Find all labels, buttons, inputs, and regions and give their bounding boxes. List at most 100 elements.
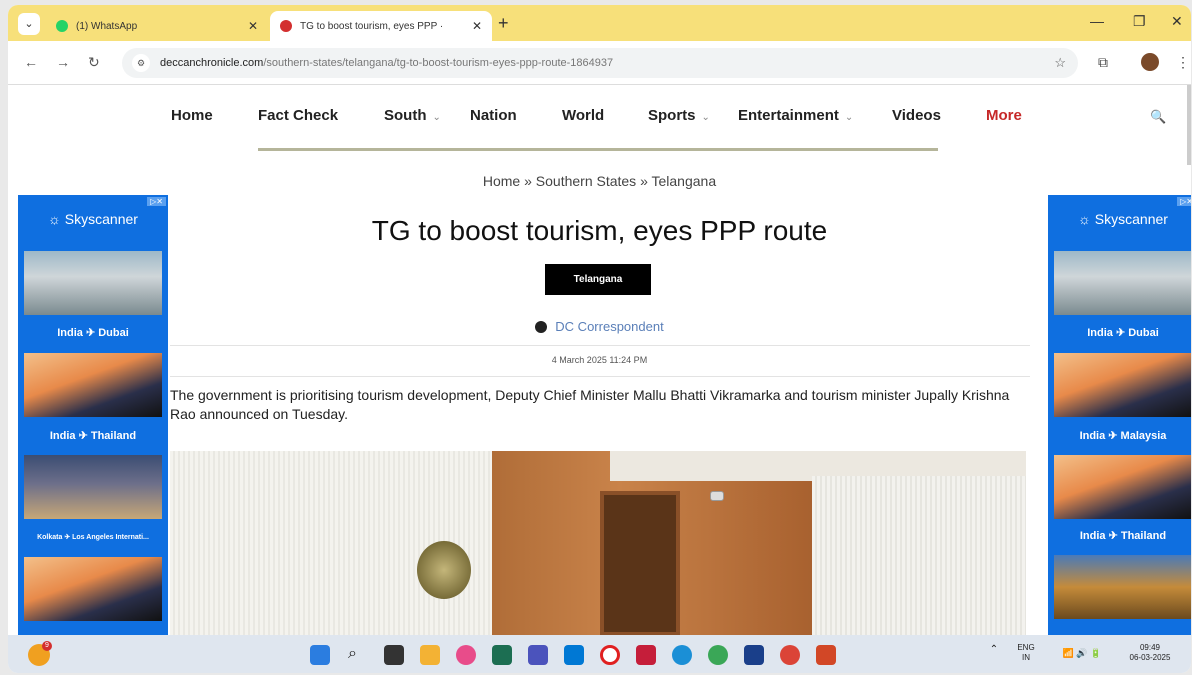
photo-door [600,491,680,636]
tab-title: TG to boost tourism, eyes PPP · [300,20,444,32]
tab-article[interactable]: TG to boost tourism, eyes PPP · ✕ [270,11,492,41]
edge-icon[interactable] [672,645,692,665]
restore-button[interactable]: ❐ [1133,13,1146,30]
tray-chevron-icon[interactable]: ⌃ [984,645,1004,655]
site-favicon-icon [280,20,292,32]
divider [170,376,1030,377]
mcafee-icon[interactable] [636,645,656,665]
app-l-icon[interactable] [744,645,764,665]
nav-divider [258,148,938,151]
minimize-button[interactable]: — [1090,13,1104,29]
chevron-down-icon: ⌄ [844,112,854,123]
divider [170,345,1030,346]
close-window-button[interactable]: ✕ [1171,13,1183,30]
new-tab-button[interactable]: + [498,13,509,34]
start-button[interactable] [310,645,330,665]
chrome-icon[interactable] [708,645,728,665]
ad-image-city [1054,251,1191,315]
clock-date: 06-03-2025 [1129,653,1171,662]
ad-image-night-city [24,455,162,519]
nav-more[interactable]: More [986,107,1022,124]
address-bar[interactable]: ⚙ deccanchronicle.com /southern-states/t… [122,48,1078,78]
breadcrumb[interactable]: Home » Southern States » Telangana [8,173,1191,189]
profile-avatar[interactable] [1141,53,1159,71]
chrome-active-icon[interactable] [780,645,800,665]
byline[interactable]: DC Correspondent [8,319,1191,334]
ad-banner-right[interactable]: ▷✕ ☼ Skyscanner India ✈ Dubai India ✈ Ma… [1048,195,1191,635]
ad-image-city [24,251,162,315]
copilot-icon[interactable] [456,645,476,665]
url-domain: deccanchronicle.com [160,57,264,69]
article-photo [170,451,1026,636]
site-navigation: Home Fact Check South ⌄ Nation World Spor… [8,85,1191,151]
chevron-down-icon: ⌄ [701,112,710,123]
search-icon[interactable]: ⌕ [348,645,368,665]
ad-image-plane [1054,455,1191,519]
tab-title: (1) WhatsApp [76,20,138,32]
close-tab-icon[interactable]: ✕ [248,19,258,33]
nav-label: South [384,107,427,124]
ad-route: Kolkata ✈ Los Angeles Internati... [37,534,149,541]
bookmark-star-icon[interactable]: ☆ [1054,55,1066,71]
article-headline: TG to boost tourism, eyes PPP route [371,215,828,246]
powerpoint-icon[interactable] [816,645,836,665]
nav-label: Sports [648,107,696,124]
teams-icon[interactable] [528,645,548,665]
nav-entertainment[interactable]: Entertainment ⌄ [738,107,853,124]
taskbar: 9 ⌕ ⌃ ENG IN 📶 🔊 🔋 09:49 06-03-2025 [8,635,1191,673]
nav-home[interactable]: Home [171,107,213,124]
language-indicator[interactable]: ENG IN [1012,643,1040,663]
publish-date: 4 March 2025 11:24 PM [551,355,648,365]
nav-label: Entertainment [738,107,839,124]
author-avatar [535,321,548,333]
ad-route: India ✈ Thailand [1079,530,1167,542]
chevron-down-icon: ⌄ [432,112,441,123]
ad-banner-left[interactable]: ▷✕ ☼ Skyscanner India ✈ Dubai India ✈ Th… [18,195,168,635]
url-path: /southern-states/telangana/tg-to-boost-t… [263,57,614,69]
nav-videos[interactable]: Videos [892,107,941,124]
ad-image-plane [24,557,162,621]
file-explorer-icon[interactable] [420,645,440,665]
clock-time: 09:49 [1139,643,1161,652]
search-icon[interactable]: 🔍 [1150,109,1166,125]
nav-fact-check[interactable]: Fact Check [258,107,338,124]
region-code: IN [1022,653,1030,662]
back-button[interactable]: ← [24,54,38,70]
nav-world[interactable]: World [562,107,604,124]
app-icon[interactable] [564,645,584,665]
photo-light [710,491,724,501]
article-lead: The government is prioritising tourism d… [170,387,1010,422]
ad-route: India ✈ Malaysia [1079,430,1167,442]
task-view-icon[interactable] [384,645,404,665]
system-tray-icons[interactable]: 📶 🔊 🔋 [1052,648,1112,658]
tab-search-icon[interactable]: ⌄ [18,13,40,35]
whatsapp-icon [56,20,68,32]
author-name[interactable]: DC Correspondent [555,319,663,334]
close-tab-icon[interactable]: ✕ [472,19,482,33]
ad-image-fort [1054,555,1191,619]
photo-wall [812,476,1026,636]
reload-button[interactable]: ↻ [88,54,100,71]
store-icon[interactable] [492,645,512,665]
nav-sports[interactable]: Sports ⌄ [648,107,710,124]
menu-icon[interactable]: ⋮ [1176,54,1190,71]
forward-button[interactable]: → [56,54,70,70]
photo-emblem [417,541,471,599]
tab-strip: ⌄ (1) WhatsApp ✕ TG to boost tourism, ey… [8,5,1191,41]
lang-code: ENG [1017,643,1035,652]
page-scrollbar[interactable] [1187,85,1191,165]
browser-toolbar: ← → ↻ ⚙ deccanchronicle.com /southern-st… [8,41,1191,85]
weather-badge: 9 [42,641,52,651]
ad-choices-icon[interactable]: ▷✕ [147,197,166,206]
nav-nation[interactable]: Nation [470,107,517,124]
opera-icon[interactable] [600,645,620,665]
category-tag[interactable]: Telangana [545,264,651,295]
extensions-icon[interactable]: ⧉ [1098,54,1108,71]
nav-south[interactable]: South ⌄ [384,107,441,124]
ad-choices-icon[interactable]: ▷✕ [1177,197,1191,206]
site-info-icon[interactable]: ⚙ [132,54,150,72]
browser-window: ⌄ (1) WhatsApp ✕ TG to boost tourism, ey… [8,5,1191,673]
clock[interactable]: 09:49 06-03-2025 [1124,643,1176,663]
tab-whatsapp[interactable]: (1) WhatsApp ✕ [46,11,268,41]
ad-route: India ✈ Thailand [49,430,137,442]
